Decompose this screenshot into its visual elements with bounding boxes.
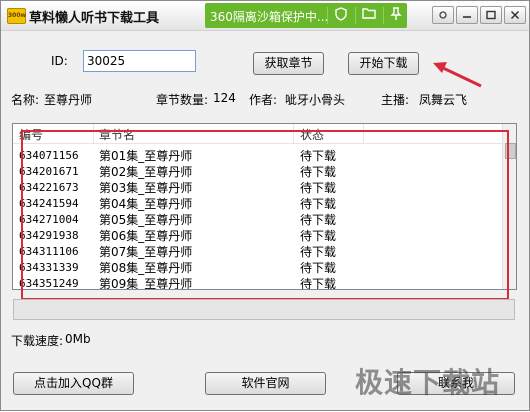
- join-qq-group-button[interactable]: 点击加入QQ群: [13, 372, 134, 395]
- watermark: 极速下载站: [355, 366, 501, 399]
- download-speed-label: 下载速度:: [11, 334, 64, 348]
- chapter-count-label: 章节数量:: [156, 93, 209, 107]
- app-logo-icon: 300w: [7, 8, 26, 24]
- fetch-chapters-button[interactable]: 获取章节: [253, 52, 324, 75]
- chapter-count-value: 124: [213, 91, 236, 105]
- host-label: 主播:: [381, 93, 410, 107]
- title-bar[interactable]: 300w 草料懒人听书下载工具 360隔离沙箱保护中...: [1, 1, 529, 31]
- official-website-button[interactable]: 软件官网: [205, 372, 326, 395]
- divider: [355, 7, 356, 24]
- minimize-icon[interactable]: [456, 6, 478, 24]
- author-label: 作者:: [249, 93, 278, 107]
- maximize-icon[interactable]: [480, 6, 502, 24]
- pin-icon[interactable]: [388, 7, 404, 23]
- divider: [327, 7, 328, 24]
- folder-icon[interactable]: [361, 7, 377, 23]
- download-progress-bar: [13, 299, 515, 320]
- window-title: 草料懒人听书下载工具: [29, 11, 160, 26]
- author-value: 呲牙小骨头: [285, 93, 346, 107]
- annotation-highlight-box: [21, 130, 509, 300]
- download-speed-value: 0Mb: [65, 332, 91, 346]
- id-input[interactable]: 30025: [83, 50, 196, 72]
- book-name-label: 名称:: [11, 93, 40, 107]
- sandbox-shield-icon[interactable]: [333, 7, 349, 23]
- sandbox-toolbar: 360隔离沙箱保护中...: [205, 3, 407, 28]
- book-name-value: 至尊丹师: [44, 93, 93, 107]
- close-icon[interactable]: [504, 6, 526, 24]
- host-value: 凤舞云飞: [419, 93, 468, 107]
- start-download-button[interactable]: 开始下载: [348, 52, 419, 75]
- sandbox-status-text: 360隔离沙箱保护中...: [210, 10, 329, 24]
- id-label: ID:: [51, 54, 68, 68]
- app-window: 300w 草料懒人听书下载工具 360隔离沙箱保护中... ID: 30025 …: [0, 0, 530, 411]
- settings-icon[interactable]: [432, 6, 454, 24]
- divider: [383, 7, 384, 24]
